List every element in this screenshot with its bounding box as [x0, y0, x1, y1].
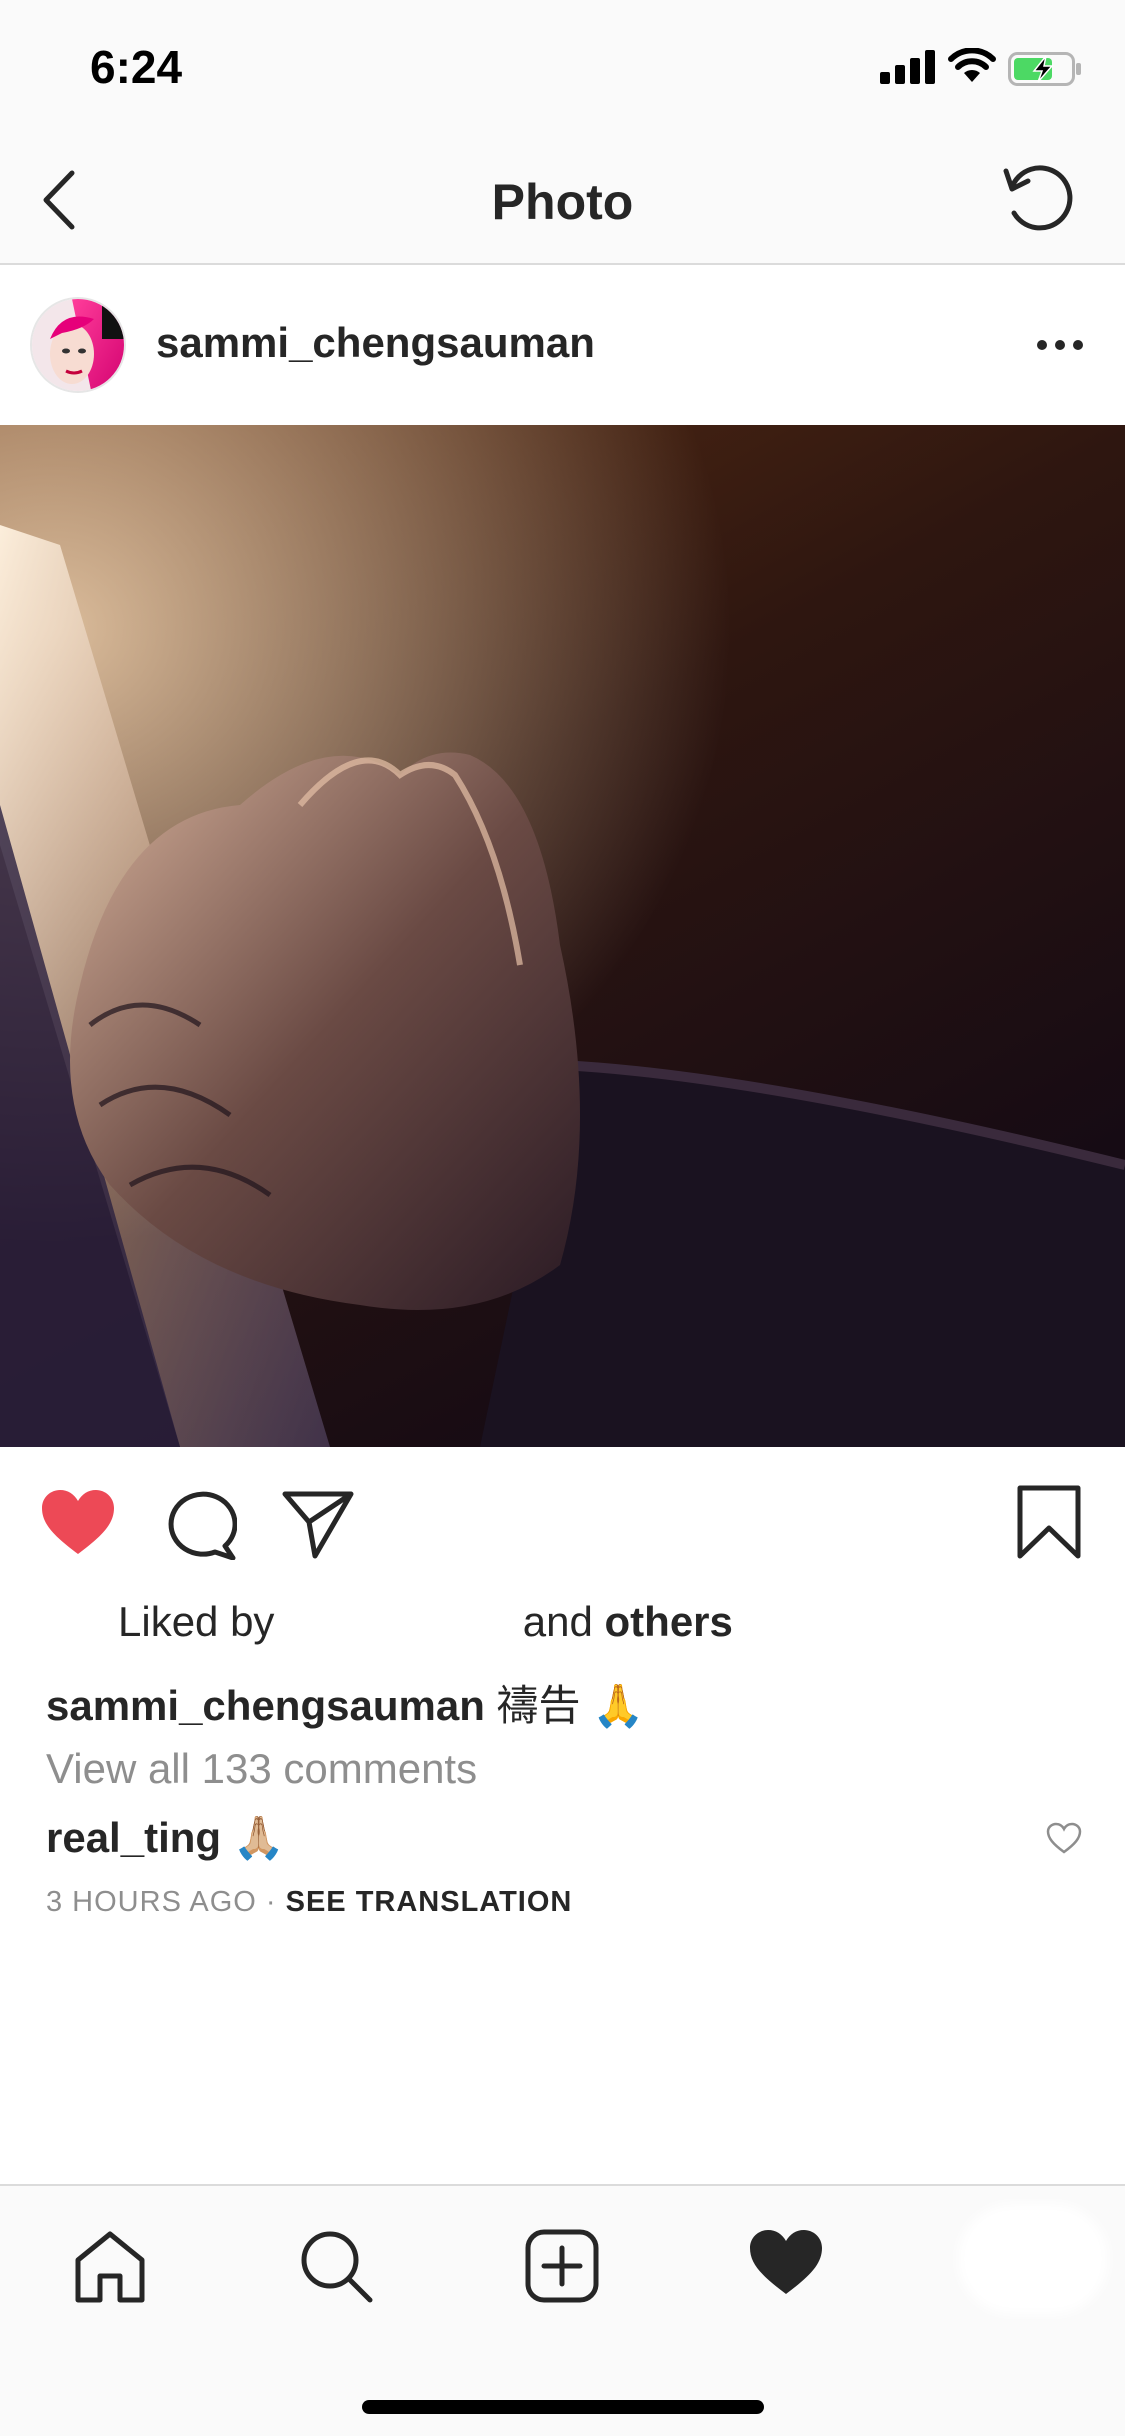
- share-icon[interactable]: [281, 1488, 355, 1560]
- caption-text: 禱告 🙏: [496, 1682, 645, 1729]
- refresh-icon[interactable]: [998, 157, 1078, 237]
- wifi-icon: [948, 48, 996, 82]
- post-header: sammi_chengsauman: [0, 267, 1125, 425]
- profile-tab-avatar[interactable]: [958, 2204, 1108, 2314]
- activity-heart-icon[interactable]: [748, 2228, 824, 2298]
- likes-summary[interactable]: Liked by and others: [118, 1598, 733, 1646]
- signal-icon: [880, 50, 935, 84]
- home-indicator: [362, 2400, 764, 2414]
- home-icon[interactable]: [72, 2228, 148, 2304]
- likes-middle: and: [522, 1598, 593, 1645]
- more-options-icon[interactable]: [1036, 337, 1084, 353]
- page-title: Photo: [491, 174, 634, 230]
- comment-icon[interactable]: [163, 1488, 237, 1560]
- avatar[interactable]: [30, 297, 126, 393]
- likes-prefix: Liked by: [118, 1598, 275, 1645]
- comment-text: 🙏🏼: [232, 1814, 286, 1861]
- time-ago: 3 HOURS AGO: [46, 1886, 257, 1918]
- bottom-tab-bar: [0, 2184, 1125, 2436]
- blurred-liker-name: [286, 1616, 511, 1636]
- post-photo[interactable]: [0, 425, 1125, 1447]
- see-translation-link[interactable]: SEE TRANSLATION: [286, 1886, 573, 1918]
- post-meta: 3 HOURS AGO · SEE TRANSLATION: [46, 1886, 572, 1919]
- likes-others-link[interactable]: others: [605, 1598, 733, 1645]
- comment-like-heart-icon[interactable]: [1046, 1822, 1082, 1854]
- like-heart-icon[interactable]: [40, 1488, 116, 1556]
- view-all-comments-link[interactable]: View all 133 comments: [46, 1745, 477, 1793]
- search-icon[interactable]: [298, 2228, 374, 2304]
- instagram-photo-screen: 6:24 Photo sammi_chengsauman Liked by an…: [0, 0, 1125, 2436]
- meta-separator: ·: [256, 1886, 286, 1918]
- post-caption: sammi_chengsauman 禱告 🙏: [46, 1672, 645, 1733]
- status-time: 6:24: [90, 41, 183, 93]
- new-post-icon[interactable]: [524, 2228, 600, 2304]
- bookmark-icon[interactable]: [1016, 1484, 1082, 1560]
- battery-icon: [1008, 52, 1081, 86]
- caption-username[interactable]: sammi_chengsauman: [46, 1682, 485, 1729]
- post-username[interactable]: sammi_chengsauman: [156, 319, 595, 367]
- comment-username[interactable]: real_ting: [46, 1814, 221, 1861]
- nav-bar: Photo: [0, 135, 1125, 265]
- comment-row: real_ting 🙏🏼: [46, 1814, 285, 1863]
- status-bar: 6:24: [0, 0, 1125, 135]
